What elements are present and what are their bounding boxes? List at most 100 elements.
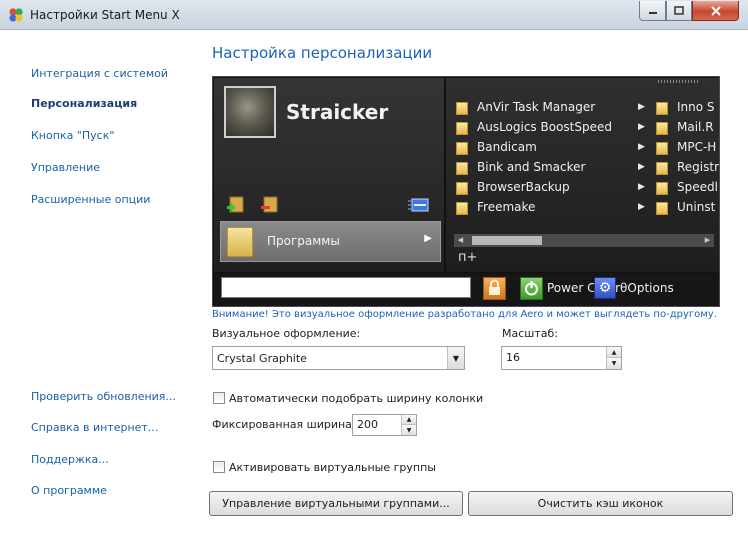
chevron-up-icon[interactable]: ▲: [607, 347, 621, 358]
folder-icon: [656, 162, 668, 175]
app-icon: [9, 8, 23, 22]
menu-item[interactable]: AusLogics BoostSpeed ▶: [456, 119, 656, 139]
scale-stepper[interactable]: 16 ▲ ▼: [501, 346, 622, 370]
menu-item-label: Inno S: [677, 100, 715, 114]
theme-label: Визуальное оформление:: [212, 327, 361, 340]
scroll-left-icon[interactable]: ◀: [454, 234, 467, 247]
menu-item[interactable]: Inno S: [656, 99, 719, 119]
virtual-groups-checkbox[interactable]: [213, 461, 225, 473]
nav-support[interactable]: Поддержка...: [31, 453, 109, 466]
fixed-width-value: 200: [357, 418, 378, 431]
chevron-right-icon: ▶: [638, 202, 645, 212]
menu-item[interactable]: Bandicam ▶: [456, 139, 656, 159]
window-icon: [408, 198, 429, 212]
menu-item[interactable]: Mail.R: [656, 119, 719, 139]
lock-icon: [489, 279, 500, 295]
page-title: Настройка персонализации: [212, 44, 433, 62]
chevron-right-icon: ▶: [638, 122, 645, 132]
maximize-button[interactable]: [666, 1, 692, 21]
menu-item-label: Uninst: [677, 200, 716, 214]
chevron-down-icon[interactable]: ▼: [607, 358, 621, 369]
start-menu-preview: Straicker Программы ▶ AnVir Task Manager…: [212, 76, 720, 307]
nav-item-management[interactable]: Управление: [31, 161, 100, 174]
nav-check-updates[interactable]: Проверить обновления...: [31, 390, 176, 403]
auto-width-label: Автоматически подобрать ширину колонки: [229, 392, 484, 405]
power-button[interactable]: [520, 277, 543, 300]
folder-icon: [456, 182, 468, 195]
menu-item-label: AusLogics BoostSpeed: [477, 120, 612, 134]
chevron-right-icon: ▶: [638, 102, 645, 112]
minimize-icon: [648, 11, 657, 14]
folder-icon: [656, 182, 668, 195]
gear-icon[interactable]: ⚙: [594, 277, 616, 299]
scrollbar-thumb[interactable]: [472, 236, 542, 245]
menu-item[interactable]: MPC-H: [656, 139, 719, 159]
menu-item[interactable]: AnVir Task Manager ▶: [456, 99, 656, 119]
manage-virtual-groups-button[interactable]: Управление виртуальными группами...: [209, 491, 463, 516]
chevron-up-icon[interactable]: ▲: [402, 415, 416, 425]
menu-item-label: Bink and Smacker: [477, 160, 586, 174]
programs-item[interactable]: Программы ▶: [220, 221, 441, 262]
menu-item[interactable]: Bink and Smacker ▶: [456, 159, 656, 179]
folder-icon: [656, 202, 668, 215]
folder-icon: [656, 142, 668, 155]
folder-icon: [456, 122, 468, 135]
horizontal-scrollbar[interactable]: ◀ ▶: [454, 234, 714, 247]
menu-item-label: AnVir Task Manager: [477, 100, 596, 114]
fixed-width-stepper[interactable]: 200 ▲ ▼: [352, 414, 417, 436]
menu-item-label: Bandicam: [477, 140, 537, 154]
nav-item-integration[interactable]: Интеграция с системой: [31, 67, 168, 80]
folder-icon: [456, 202, 468, 215]
virtual-groups-label: Активировать виртуальные группы: [229, 461, 436, 474]
programs-label: Программы: [267, 234, 340, 248]
theme-value: Crystal Graphite: [217, 352, 307, 365]
close-button[interactable]: [692, 1, 739, 21]
nav-item-personalization[interactable]: Персонализация: [31, 97, 137, 110]
remove-folder-icon: [261, 196, 278, 213]
menu-item[interactable]: Uninst: [656, 199, 719, 219]
close-icon: [710, 5, 721, 16]
folder-icon: [656, 122, 668, 135]
menu-item-label: Mail.R: [677, 120, 714, 134]
chevron-down-icon[interactable]: ▼: [402, 425, 416, 435]
menu-item[interactable]: Registr: [656, 159, 720, 179]
window-title: Настройки Start Menu X: [30, 8, 180, 22]
scroll-right-icon[interactable]: ▶: [701, 234, 714, 247]
preview-search-box[interactable]: [221, 277, 471, 298]
nav-about[interactable]: О программе: [31, 484, 107, 497]
preview-user-name: Straicker: [286, 100, 389, 124]
menu-item-label: MPC-H: [677, 140, 717, 154]
menu-item[interactable]: Speedl: [656, 179, 719, 199]
preview-left-pane: Straicker Программы ▶: [214, 78, 444, 272]
menu-item[interactable]: BrowserBackup ▶: [456, 179, 656, 199]
chevron-down-icon[interactable]: ▼: [447, 347, 464, 369]
title-bar: Настройки Start Menu X: [0, 0, 748, 30]
resize-mark: п+: [458, 250, 478, 265]
menu-item[interactable]: Freemake ▶: [456, 199, 656, 219]
lock-button[interactable]: [483, 277, 506, 300]
preview-bottom-bar: Power ContrθOptions ⚙: [214, 273, 719, 306]
menu-item-label: BrowserBackup: [477, 180, 570, 194]
nav-online-help[interactable]: Справка в интернет...: [31, 421, 158, 434]
scale-value: 16: [506, 351, 520, 364]
folder-icon: [656, 102, 668, 115]
menu-item-label: Freemake: [477, 200, 536, 214]
nav-item-start-button[interactable]: Кнопка "Пуск": [31, 129, 114, 142]
theme-select[interactable]: Crystal Graphite ▼: [212, 346, 465, 370]
clear-icon-cache-button[interactable]: Очистить кэш иконок: [468, 491, 733, 516]
minimize-button[interactable]: [639, 1, 666, 21]
aero-warning: Внимание! Это визуальное оформление разр…: [212, 309, 717, 320]
auto-width-checkbox[interactable]: [213, 392, 225, 404]
menu-item-label: Registr: [677, 160, 720, 174]
nav-item-advanced-options[interactable]: Расширенные опции: [31, 193, 150, 206]
folder-icon: [456, 162, 468, 175]
grip-icon: [658, 80, 698, 83]
avatar: [224, 86, 276, 138]
folder-icon: [227, 227, 253, 257]
maximize-icon: [674, 6, 684, 15]
chevron-right-icon: ▶: [638, 142, 645, 152]
folder-icon: [456, 142, 468, 155]
scale-stepper-buttons: ▲ ▼: [606, 347, 621, 369]
chevron-right-icon: ▶: [424, 233, 432, 244]
chevron-right-icon: ▶: [638, 162, 645, 172]
